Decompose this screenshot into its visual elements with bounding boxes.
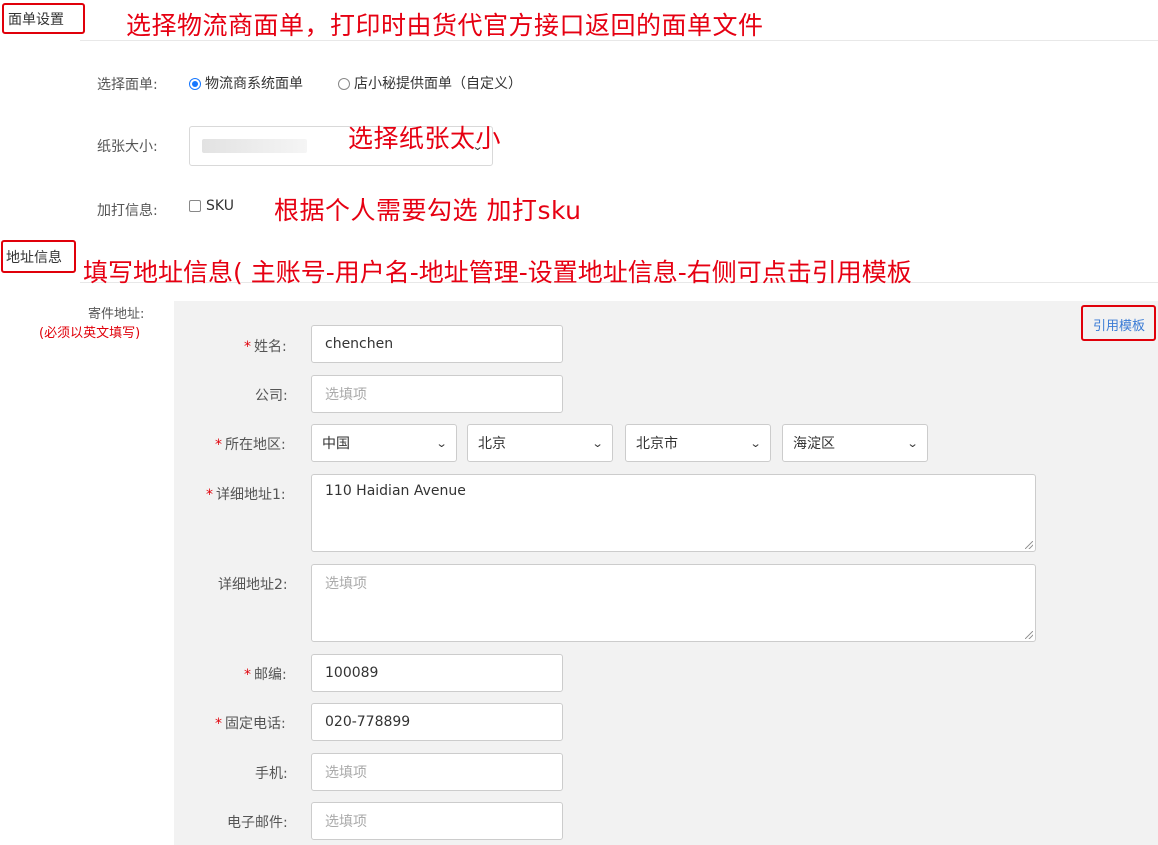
extra-print-label: 加打信息: <box>97 203 158 219</box>
address1-label: * 详细地址1: <box>206 487 286 503</box>
district-select[interactable]: 海淀区 ⌄ <box>782 424 928 462</box>
required-mark: * <box>244 667 251 683</box>
region-label: * 所在地区: <box>215 437 286 453</box>
address2-label: 详细地址2: <box>218 577 288 593</box>
email-label: 电子邮件: <box>227 815 288 831</box>
address1-textarea[interactable]: 110 Haidian Avenue <box>311 474 1036 552</box>
chevron-down-icon: ⌄ <box>435 436 448 450</box>
company-input[interactable]: 选填项 <box>311 375 563 413</box>
chevron-down-icon: ⌄ <box>906 436 919 450</box>
address1-value: 110 Haidian Avenue <box>325 483 466 499</box>
city-value: 北京市 <box>636 436 678 452</box>
postcode-label: * 邮编: <box>244 667 287 683</box>
name-input[interactable]: chenchen <box>311 325 563 363</box>
address2-textarea[interactable]: 选填项 <box>311 564 1036 642</box>
radio-selected-icon[interactable] <box>189 78 201 90</box>
address2-placeholder: 选填项 <box>325 576 367 592</box>
radio-unselected-icon[interactable] <box>338 78 350 90</box>
required-mark: * <box>215 437 222 453</box>
address-section-title: 地址信息 <box>6 250 62 266</box>
phone-label: * 固定电话: <box>215 716 286 732</box>
waybill-option-carrier[interactable]: 物流商系统面单 <box>189 73 303 93</box>
phone-input[interactable]: 020-778899 <box>311 703 563 741</box>
waybill-annotation: 选择物流商面单，打印时由货代官方接口返回的面单文件 <box>126 11 764 40</box>
mobile-input[interactable]: 选填项 <box>311 753 563 791</box>
city-select[interactable]: 北京市 ⌄ <box>625 424 771 462</box>
company-label: 公司: <box>255 388 288 404</box>
extra-print-annotation: 根据个人需要勾选 加打sku <box>274 196 582 225</box>
paper-size-label: 纸张大小: <box>97 139 158 155</box>
chevron-down-icon: ⌄ <box>749 436 762 450</box>
waybill-section-title: 面单设置 <box>8 12 64 28</box>
email-input[interactable]: 选填项 <box>311 802 563 840</box>
province-select[interactable]: 北京 ⌄ <box>467 424 613 462</box>
select-waybill-label: 选择面单: <box>97 77 158 93</box>
chevron-down-icon: ⌄ <box>591 436 604 450</box>
resize-handle-icon[interactable] <box>1025 631 1033 639</box>
country-select[interactable]: 中国 ⌄ <box>311 424 457 462</box>
name-label: * 姓名: <box>244 339 287 355</box>
paper-size-value-blurred <box>202 139 307 153</box>
postcode-input[interactable]: 100089 <box>311 654 563 692</box>
resize-handle-icon[interactable] <box>1025 541 1033 549</box>
district-value: 海淀区 <box>793 436 835 452</box>
address-annotation: 填写地址信息( 主账号-用户名-地址管理-设置地址信息-右侧可点击引用模板 <box>83 258 912 287</box>
sku-checkbox-label: SKU <box>206 198 234 214</box>
required-mark: * <box>215 716 222 732</box>
waybill-option-carrier-label: 物流商系统面单 <box>205 76 303 92</box>
use-template-button[interactable]: 引用模板 <box>1093 315 1145 334</box>
paper-size-annotation: 选择纸张太小 <box>348 124 502 153</box>
province-value: 北京 <box>478 436 506 452</box>
waybill-option-custom[interactable]: 店小秘提供面单（自定义） <box>338 73 522 93</box>
sku-checkbox[interactable]: SKU <box>189 198 234 214</box>
sender-english-note: (必须以英文填写) <box>39 326 141 341</box>
required-mark: * <box>244 339 251 355</box>
sender-address-label: 寄件地址: <box>88 307 145 322</box>
waybill-option-custom-label: 店小秘提供面单（自定义） <box>354 76 522 92</box>
checkbox-icon[interactable] <box>189 200 201 212</box>
mobile-label: 手机: <box>255 766 288 782</box>
required-mark: * <box>206 487 213 503</box>
country-value: 中国 <box>322 436 350 452</box>
